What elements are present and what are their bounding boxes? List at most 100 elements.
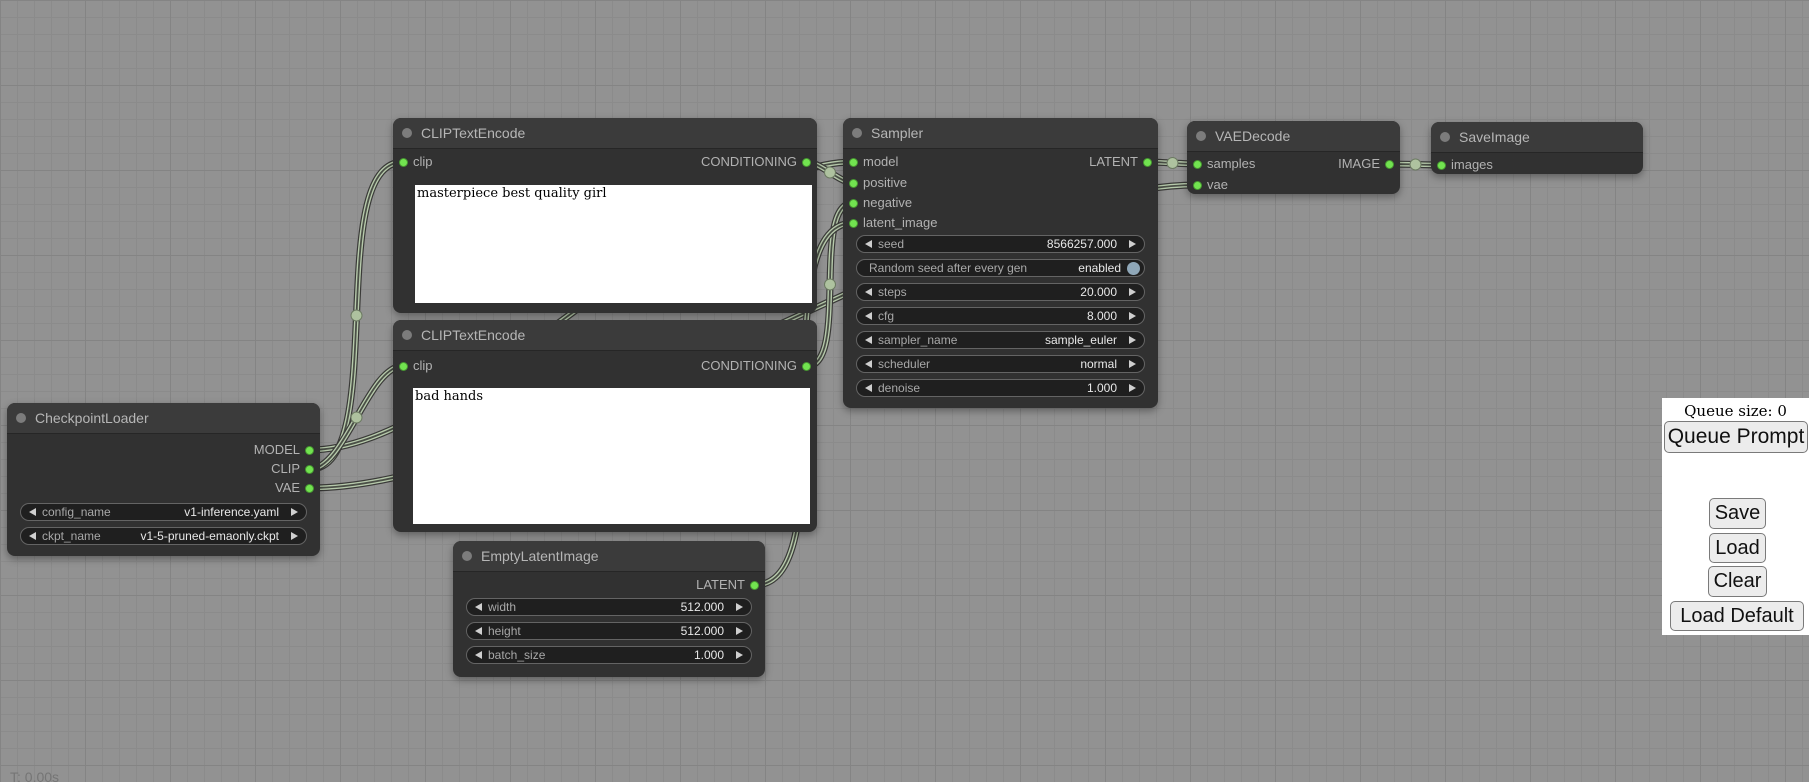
- decrement-arrow-icon[interactable]: [475, 651, 482, 659]
- widget-cfg[interactable]: cfg8.000: [856, 307, 1145, 325]
- input-slot-dot-icon[interactable]: [1193, 160, 1202, 169]
- widget-value: 8.000: [894, 309, 1117, 323]
- collapse-dot-icon[interactable]: [16, 413, 26, 423]
- input-slot-dot-icon[interactable]: [399, 158, 408, 167]
- decrement-arrow-icon[interactable]: [29, 508, 36, 516]
- widget-scheduler[interactable]: schedulernormal: [856, 355, 1145, 373]
- link-midpoint-dot[interactable]: [351, 412, 362, 423]
- increment-arrow-icon[interactable]: [291, 532, 298, 540]
- increment-arrow-icon[interactable]: [1129, 312, 1136, 320]
- collapse-dot-icon[interactable]: [852, 128, 862, 138]
- collapse-dot-icon[interactable]: [1440, 132, 1450, 142]
- widget-random-seed-after-every-gen[interactable]: Random seed after every genenabled: [856, 259, 1145, 277]
- link-midpoint-dot[interactable]: [1410, 159, 1421, 170]
- increment-arrow-icon[interactable]: [736, 651, 743, 659]
- widget-ckpt-name[interactable]: ckpt_namev1-5-pruned-emaonly.ckpt: [20, 527, 307, 545]
- widget-denoise[interactable]: denoise1.000: [856, 379, 1145, 397]
- node-title-bar[interactable]: VAEDecode: [1187, 121, 1400, 152]
- node-title-bar[interactable]: Sampler: [843, 118, 1158, 149]
- node-clip-text-encode-positive[interactable]: CLIPTextEncodeclipCONDITIONING: [393, 118, 817, 313]
- increment-arrow-icon[interactable]: [1129, 336, 1136, 344]
- widget-label: Random seed after every gen: [869, 261, 1027, 275]
- output-slot-dot-icon[interactable]: [1385, 160, 1394, 169]
- decrement-arrow-icon[interactable]: [475, 627, 482, 635]
- decrement-arrow-icon[interactable]: [29, 532, 36, 540]
- output-slot-dot-icon[interactable]: [305, 465, 314, 474]
- node-save-image[interactable]: SaveImageimages: [1431, 122, 1643, 174]
- decrement-arrow-icon[interactable]: [865, 384, 872, 392]
- link-midpoint-dot[interactable]: [825, 279, 836, 290]
- widget-value: 1.000: [545, 648, 724, 662]
- node-sampler[interactable]: Samplermodelpositivenegativelatent_image…: [843, 118, 1158, 408]
- decrement-arrow-icon[interactable]: [865, 288, 872, 296]
- input-slot-label: model: [863, 154, 898, 169]
- increment-arrow-icon[interactable]: [1129, 240, 1136, 248]
- output-slot-dot-icon[interactable]: [802, 362, 811, 371]
- collapse-dot-icon[interactable]: [402, 330, 412, 340]
- widget-width[interactable]: width512.000: [466, 598, 752, 616]
- save-button[interactable]: Save: [1709, 498, 1766, 529]
- prompt-textarea[interactable]: [415, 185, 812, 303]
- widget-config-name[interactable]: config_namev1-inference.yaml: [20, 503, 307, 521]
- node-title-bar[interactable]: CLIPTextEncode: [393, 320, 817, 351]
- widget-height[interactable]: height512.000: [466, 622, 752, 640]
- collapse-dot-icon[interactable]: [1196, 131, 1206, 141]
- node-title: CLIPTextEncode: [421, 327, 525, 343]
- link-midpoint-dot[interactable]: [351, 310, 362, 321]
- decrement-arrow-icon[interactable]: [865, 240, 872, 248]
- link-midpoint-dot[interactable]: [1167, 158, 1178, 169]
- decrement-arrow-icon[interactable]: [865, 312, 872, 320]
- input-slot-label: samples: [1207, 156, 1255, 171]
- input-slot-dot-icon[interactable]: [399, 362, 408, 371]
- node-graph-canvas[interactable]: T: 0.00s CheckpointLoaderMODELCLIPVAEcon…: [0, 0, 1809, 782]
- output-slot-label: IMAGE: [1338, 156, 1380, 171]
- node-title: Sampler: [871, 125, 923, 141]
- widget-batch-size[interactable]: batch_size1.000: [466, 646, 752, 664]
- increment-arrow-icon[interactable]: [736, 603, 743, 611]
- output-slot-dot-icon[interactable]: [750, 581, 759, 590]
- input-slot-dot-icon[interactable]: [849, 219, 858, 228]
- load-button[interactable]: Load: [1709, 533, 1766, 563]
- increment-arrow-icon[interactable]: [1129, 360, 1136, 368]
- increment-arrow-icon[interactable]: [1129, 384, 1136, 392]
- toggle-knob-icon[interactable]: [1127, 262, 1140, 275]
- prompt-textarea[interactable]: [413, 388, 810, 524]
- output-slot-dot-icon[interactable]: [802, 158, 811, 167]
- increment-arrow-icon[interactable]: [736, 627, 743, 635]
- output-slot-dot-icon[interactable]: [305, 484, 314, 493]
- widget-steps[interactable]: steps20.000: [856, 283, 1145, 301]
- widget-sampler-name[interactable]: sampler_namesample_euler: [856, 331, 1145, 349]
- collapse-dot-icon[interactable]: [462, 551, 472, 561]
- node-empty-latent-image[interactable]: EmptyLatentImageLATENTwidth512.000height…: [453, 541, 765, 677]
- input-slot-dot-icon[interactable]: [849, 158, 858, 167]
- output-slot-label: LATENT: [1089, 154, 1138, 169]
- input-slot-dot-icon[interactable]: [1437, 161, 1446, 170]
- node-checkpoint-loader[interactable]: CheckpointLoaderMODELCLIPVAEconfig_namev…: [7, 403, 320, 556]
- input-slot-dot-icon[interactable]: [1193, 181, 1202, 190]
- collapse-dot-icon[interactable]: [402, 128, 412, 138]
- input-slot-dot-icon[interactable]: [849, 199, 858, 208]
- node-title-bar[interactable]: SaveImage: [1431, 122, 1643, 153]
- increment-arrow-icon[interactable]: [1129, 288, 1136, 296]
- node-title-bar[interactable]: EmptyLatentImage: [453, 541, 765, 572]
- widget-seed[interactable]: seed8566257.000: [856, 235, 1145, 253]
- link-wire: [310, 162, 403, 469]
- node-title-bar[interactable]: CLIPTextEncode: [393, 118, 817, 149]
- link-midpoint-dot[interactable]: [825, 167, 836, 178]
- node-clip-text-encode-negative[interactable]: CLIPTextEncodeclipCONDITIONING: [393, 320, 817, 532]
- clear-button[interactable]: Clear: [1708, 566, 1767, 597]
- node-title-bar[interactable]: CheckpointLoader: [7, 403, 320, 434]
- queue-prompt-button[interactable]: Queue Prompt: [1664, 421, 1808, 453]
- node-vae-decode[interactable]: VAEDecodesamplesvaeIMAGE: [1187, 121, 1400, 194]
- decrement-arrow-icon[interactable]: [475, 603, 482, 611]
- output-slot-conditioning: CONDITIONING: [701, 154, 797, 170]
- output-slot-dot-icon[interactable]: [1143, 158, 1152, 167]
- output-slot-dot-icon[interactable]: [305, 446, 314, 455]
- input-slot-dot-icon[interactable]: [849, 179, 858, 188]
- decrement-arrow-icon[interactable]: [865, 336, 872, 344]
- load-default-button[interactable]: Load Default: [1670, 601, 1804, 631]
- decrement-arrow-icon[interactable]: [865, 360, 872, 368]
- widget-value: 20.000: [907, 285, 1117, 299]
- output-slot-label: VAE: [275, 480, 300, 495]
- increment-arrow-icon[interactable]: [291, 508, 298, 516]
